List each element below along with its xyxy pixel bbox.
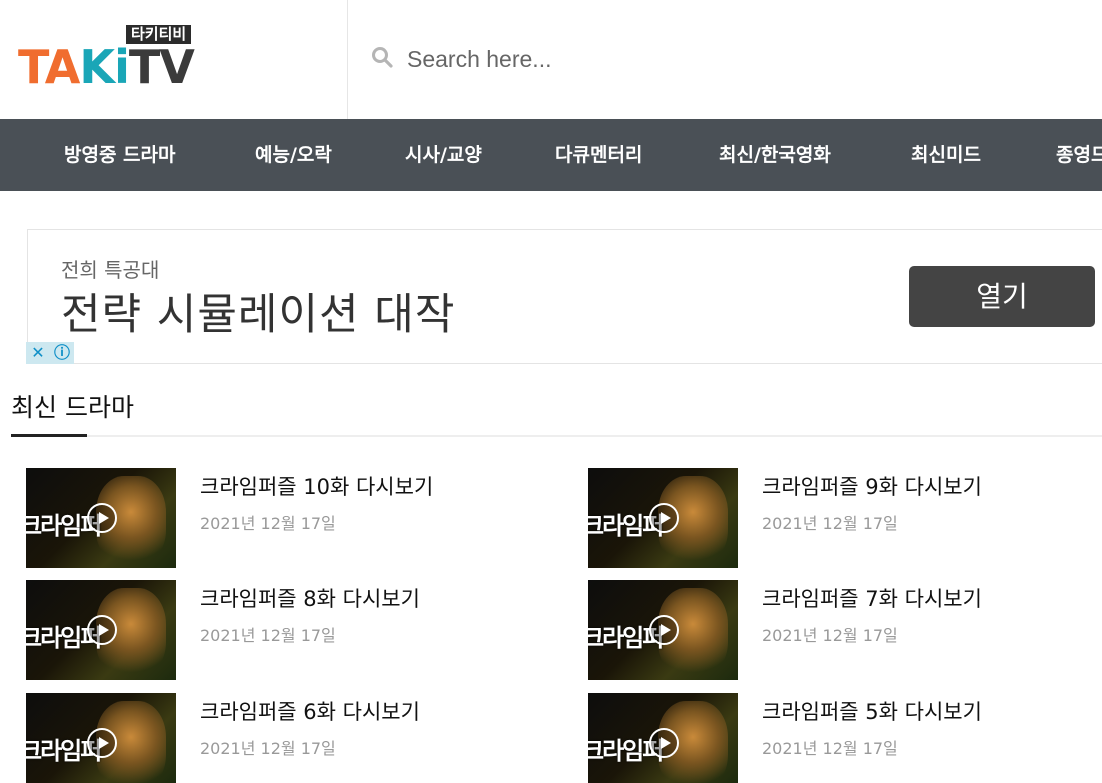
play-icon[interactable] bbox=[87, 503, 117, 533]
search-icon[interactable] bbox=[371, 46, 393, 68]
post-title[interactable]: 크라임퍼즐 9화 다시보기 bbox=[762, 471, 982, 501]
post-date: 2021년 12월 17일 bbox=[762, 739, 898, 758]
play-icon[interactable] bbox=[649, 728, 679, 758]
play-icon[interactable] bbox=[87, 728, 117, 758]
post-thumbnail[interactable]: 크라임퍼 bbox=[588, 693, 738, 783]
post-title[interactable]: 크라임퍼즐 7화 다시보기 bbox=[762, 583, 982, 613]
ad-headline: 전략 시뮬레이션 대작 bbox=[61, 290, 456, 340]
ad-banner[interactable]: 전희 특공대 전략 시뮬레이션 대작 열기 bbox=[27, 229, 1102, 364]
ad-controls: ✕ ⓘ bbox=[26, 342, 74, 364]
post-item[interactable]: 크라임퍼 크라임퍼즐 8화 다시보기 2021년 12월 17일 bbox=[26, 580, 556, 680]
site-header: 타키티비 TAKiTV bbox=[0, 0, 1102, 119]
post-item[interactable]: 크라임퍼 크라임퍼즐 6화 다시보기 2021년 12월 17일 bbox=[26, 693, 556, 783]
post-thumbnail[interactable]: 크라임퍼 bbox=[26, 693, 176, 783]
close-icon[interactable]: ✕ bbox=[26, 342, 50, 364]
nav-item-airing-drama[interactable]: 방영중 드라마 bbox=[64, 119, 176, 191]
section-divider bbox=[11, 435, 1102, 437]
post-date: 2021년 12월 17일 bbox=[762, 514, 898, 533]
post-item[interactable]: 크라임퍼 크라임퍼즐 7화 다시보기 2021년 12월 17일 bbox=[588, 580, 1102, 680]
post-title[interactable]: 크라임퍼즐 6화 다시보기 bbox=[200, 696, 420, 726]
post-title[interactable]: 크라임퍼즐 8화 다시보기 bbox=[200, 583, 420, 613]
logo-part-ki: Ki bbox=[79, 40, 129, 94]
ad-subtitle: 전희 특공대 bbox=[61, 258, 160, 282]
post-title[interactable]: 크라임퍼즐 5화 다시보기 bbox=[762, 696, 982, 726]
post-thumbnail[interactable]: 크라임퍼 bbox=[588, 580, 738, 680]
info-icon[interactable]: ⓘ bbox=[50, 342, 74, 364]
post-title[interactable]: 크라임퍼즐 10화 다시보기 bbox=[200, 471, 433, 501]
post-item[interactable]: 크라임퍼 크라임퍼즐 10화 다시보기 2021년 12월 17일 bbox=[26, 468, 556, 568]
post-thumbnail[interactable]: 크라임퍼 bbox=[26, 468, 176, 568]
nav-item-variety[interactable]: 예능/오락 bbox=[255, 119, 332, 191]
nav-item-us-drama[interactable]: 최신미드 bbox=[911, 119, 981, 191]
logo-part-tv: TV bbox=[128, 40, 195, 94]
play-icon[interactable] bbox=[87, 615, 117, 645]
search-bar bbox=[349, 0, 1102, 119]
post-date: 2021년 12월 17일 bbox=[200, 739, 336, 758]
post-item[interactable]: 크라임퍼 크라임퍼즐 9화 다시보기 2021년 12월 17일 bbox=[588, 468, 1102, 568]
section-title: 최신 드라마 bbox=[11, 393, 134, 422]
logo-wordmark: TAKiTV bbox=[18, 40, 195, 94]
post-date: 2021년 12월 17일 bbox=[762, 626, 898, 645]
search-input[interactable] bbox=[407, 40, 1087, 78]
play-icon[interactable] bbox=[649, 503, 679, 533]
logo-container: 타키티비 TAKiTV bbox=[0, 0, 348, 119]
main-nav: 방영중 드라마 예능/오락 시사/교양 다큐멘터리 최신/한국영화 최신미드 종… bbox=[0, 119, 1102, 191]
post-thumbnail[interactable]: 크라임퍼 bbox=[588, 468, 738, 568]
section-title-underline bbox=[11, 434, 87, 437]
nav-item-current-affairs[interactable]: 시사/교양 bbox=[405, 119, 482, 191]
ad-open-button[interactable]: 열기 bbox=[909, 266, 1095, 327]
nav-item-ended-drama[interactable]: 종영드 bbox=[1056, 119, 1102, 191]
nav-item-documentary[interactable]: 다큐멘터리 bbox=[555, 119, 642, 191]
post-date: 2021년 12월 17일 bbox=[200, 626, 336, 645]
post-thumbnail[interactable]: 크라임퍼 bbox=[26, 580, 176, 680]
nav-item-korean-movies[interactable]: 최신/한국영화 bbox=[719, 119, 831, 191]
post-item[interactable]: 크라임퍼 크라임퍼즐 5화 다시보기 2021년 12월 17일 bbox=[588, 693, 1102, 783]
post-date: 2021년 12월 17일 bbox=[200, 514, 336, 533]
site-logo[interactable]: 타키티비 TAKiTV bbox=[18, 22, 195, 94]
logo-part-ta: TA bbox=[18, 40, 80, 94]
play-icon[interactable] bbox=[649, 615, 679, 645]
